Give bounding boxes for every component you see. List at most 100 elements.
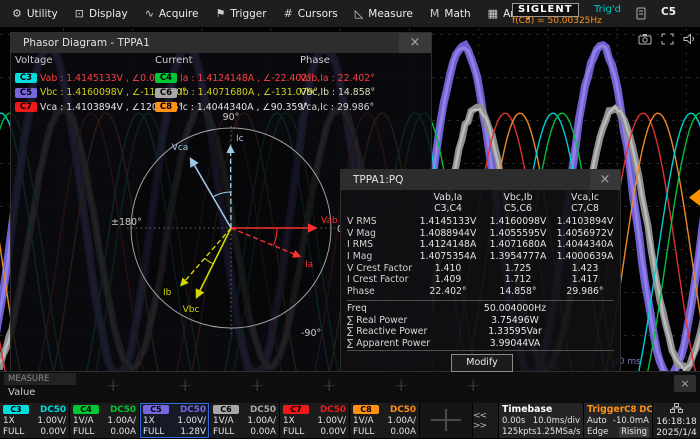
channel-box-c4[interactable]: C4 DC50 1V/A 1.00A/ FULL 0.00A [70,403,139,438]
pq-row-irms: I RMS 1.4124148A 1.4071680A 1.4044340A [341,239,620,251]
add-measurement-slot[interactable]: + [394,376,408,396]
vector-label-ia: Ia [305,260,313,270]
clock-panel: 16:18:18 2025/1/4 [653,403,700,438]
pq-pair-name: Vca,Ic [553,192,617,203]
offset-label: 0.00A [250,427,276,437]
phasor-polar-plot: 90° -90° ±180° 0° Vab Ia Vbc Ib Vca Ic [101,106,361,356]
pq-row-label: V RMS [341,216,413,227]
close-icon[interactable]: × [399,33,431,53]
axis-label-neg90: -90° [301,328,321,339]
phase-row: Vab,Ia : 22.402° [300,71,375,86]
pq-row-label: V Crest Factor [341,263,413,274]
menu-label: Cursors [298,8,338,20]
trigger-flag-icon: ⚑ [215,8,225,19]
phasor-window-titlebar[interactable]: Phasor Diagram - TPPA1 × [11,33,431,53]
menu-item-measure[interactable]: ◺ Measure [355,8,413,20]
menu-label: Trigger [230,8,266,20]
bandwidth-label: FULL [143,427,164,437]
menu-item-trigger[interactable]: ⚑ Trigger [215,8,266,20]
camera-icon[interactable] [638,33,652,45]
menu-item-utility[interactable]: ⚙ Utility [12,8,58,20]
add-measurement-slot[interactable]: + [250,376,264,396]
menu-item-cursors[interactable]: # Cursors [284,8,338,20]
pq-cell: 1.4075354A [413,251,483,262]
channel-badge-c4: C4 [155,73,177,83]
window-title: TPPA1:PQ [341,174,403,186]
menu-item-math[interactable]: M Math [430,8,471,20]
pq-row-imag: I Mag 1.4075354A 1.3954777A 1.4000639A [341,251,620,263]
timebase-scale: 10.0ms/div [533,416,580,426]
phase-row: Vbc,Ib : 14.858° [300,86,375,101]
offset-label: 0.00A [110,427,136,437]
clipboard-icon [636,7,646,20]
channel-badge-c6: C6 [213,405,239,414]
add-measurement-slot[interactable]: + [178,376,192,396]
pq-cell: 1.4000639A [553,251,617,262]
close-icon[interactable]: × [590,170,620,190]
close-icon[interactable]: × [674,375,696,392]
add-measurement-slot[interactable]: + [322,376,336,396]
channel-box-c5[interactable]: C5 DC50 1X 1.00V/ FULL 1.28V [140,403,209,438]
divider [347,300,614,301]
trigger-level-marker [689,189,700,206]
coupling-label: DC50 [320,405,346,415]
timebase-nav-arrows[interactable]: << >> [473,403,498,438]
channel-box-c3[interactable]: C3 DC50 1X 1.00V/ FULL 0.00V [0,403,69,438]
clock-date: 2025/1/4 [655,428,698,439]
frequency-readout: f(C8) = 50.00325Hz [512,16,602,26]
trigger-source: C8 DC [624,405,652,415]
math-icon: M [430,8,440,19]
pq-row-vmag: V Mag 1.4088944V 1.4055595V 1.4056972V [341,228,620,240]
scale-label: 1.00A/ [247,416,276,426]
add-channel-box[interactable] [420,403,472,438]
probe-label: 1X [3,416,15,426]
timebase-delay: 0.00s [502,416,525,426]
trigger-type: Edge [587,427,608,437]
probe-label: 1V/A [213,416,234,426]
fullscreen-icon[interactable] [661,33,674,45]
pq-cell: 22.402° [413,286,483,297]
channel-box-c6[interactable]: C6 DC50 1V/A 1.00A/ FULL 0.00A [210,403,279,438]
pq-cell: 1.3954777A [483,251,553,262]
pq-summary-real-power: ∑ Real Power 3.75496W [341,315,620,327]
pq-cell: 29.986° [553,286,617,297]
channel-badge-c8: C8 [353,405,379,414]
trigger-title: Trigger [587,404,624,415]
scale-label: 1.00V/ [177,416,206,426]
vector-label-vab: Vab [321,216,338,226]
channel-badge-c5: C5 [143,405,169,414]
sound-icon[interactable] [683,33,695,45]
pq-pair-channels: C5,C6 [483,203,553,214]
pq-cell: 1.725 [483,263,553,274]
menu-item-display[interactable]: ⊡ Display [75,8,128,20]
offset-label: 1.28V [180,427,206,437]
add-measurement-slot[interactable]: + [106,376,120,396]
timebase-sample-rate: 1.25MSa/s [536,427,580,437]
timebase-panel[interactable]: Timebase 0.00s 10.0ms/div 125kpts 1.25MSa/… [499,403,583,438]
pq-summary-value: 3.99044VA [413,338,617,349]
channel-box-c8[interactable]: C8 DC50 1V/A 1.00A/ FULL 0.00A [350,403,419,438]
bottom-status-strip: C3 DC50 1X 1.00V/ FULL 0.00V C4 DC50 1V/A 1.0… [0,403,700,438]
measure-strip: MEASURE Value + + + + + + × [0,371,700,404]
pq-row-label: I RMS [341,239,413,250]
menu-label: Utility [27,8,58,20]
window-title: Phasor Diagram - TPPA1 [11,37,150,49]
pq-row-vcrest: V Crest Factor 1.410 1.725 1.423 [341,262,620,274]
pq-cell: 1.417 [553,274,617,285]
active-channel-indicator[interactable]: C5 [661,6,676,18]
pq-cell: 1.409 [413,274,483,285]
add-measurement-slot[interactable]: + [466,376,480,396]
menu-label: Display [89,8,128,20]
pq-summary-value: 50.004000Hz [413,303,617,314]
measure-icon: ◺ [355,8,363,19]
menu-item-acquire[interactable]: ∿ Acquire [145,8,199,20]
modify-button[interactable]: Modify [451,354,513,372]
channel-box-c7[interactable]: C7 DC50 1X 1.00V/ FULL 0.00V [280,403,349,438]
pq-window-titlebar[interactable]: TPPA1:PQ × [341,170,620,190]
trigger-panel[interactable]: Trigger C8 DC Auto -10.0mA Edge Rising [584,403,652,438]
coupling-label: DC50 [110,405,136,415]
measure-strip-title: MEASURE [4,373,76,385]
pq-row-label: I Crest Factor [341,274,413,285]
channel-badge-c7: C7 [283,405,309,414]
trigger-status-badge: Trig'd [594,4,621,15]
